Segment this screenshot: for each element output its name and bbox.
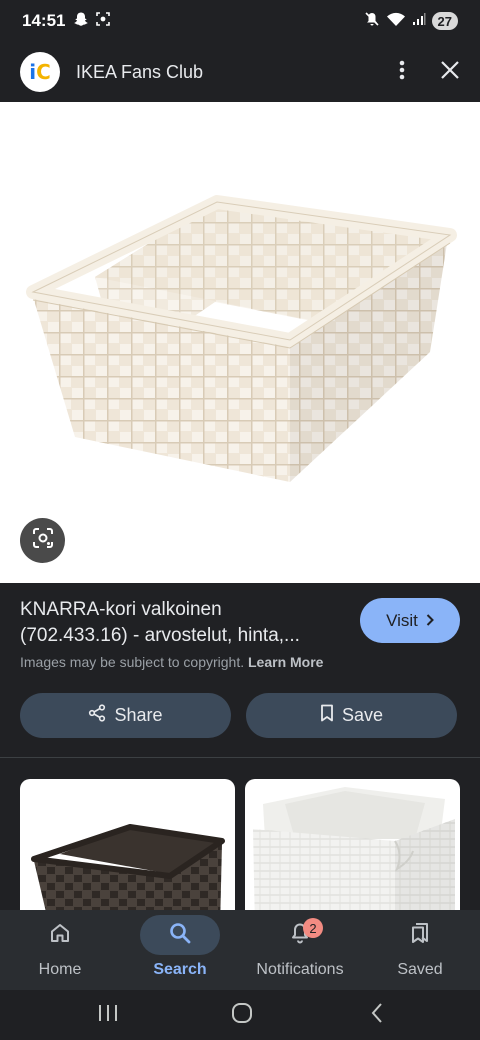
battery-indicator: 27 [431, 12, 458, 30]
bookmarks-icon [408, 921, 432, 950]
nav-item-saved[interactable]: Saved [360, 910, 480, 990]
share-button[interactable]: Share [20, 693, 231, 738]
nav-label-saved: Saved [397, 961, 443, 978]
lens-search-button[interactable] [20, 518, 65, 563]
screenshot-icon [95, 11, 111, 32]
result-title-line2: (702.433.16) - arvostelut, hinta,... [20, 625, 300, 646]
site-name[interactable]: IKEA Fans Club [76, 62, 203, 83]
visit-label: Visit [386, 610, 418, 630]
nav-item-home[interactable]: Home [0, 910, 120, 990]
home-system-button[interactable] [222, 1000, 262, 1030]
bottom-navigation: Home Search 2 Notifications Saved [0, 910, 480, 990]
home-icon [48, 921, 72, 950]
basket-illustration [26, 195, 457, 482]
lens-icon [31, 526, 55, 555]
logo-letter-i: i [29, 60, 37, 84]
learn-more-link[interactable]: Learn More [248, 654, 323, 670]
recent-apps-button[interactable] [88, 1000, 128, 1030]
related-image-wicker-basket[interactable] [245, 779, 460, 910]
visit-button[interactable]: Visit [360, 598, 460, 643]
status-time: 14:51 [22, 11, 66, 30]
back-system-button[interactable] [357, 1000, 397, 1030]
signal-icon [412, 12, 426, 31]
copyright-text: Images may be subject to copyright. [20, 654, 245, 670]
result-title-line1: KNARRA-kori valkoinen [20, 599, 222, 620]
share-icon [88, 704, 106, 727]
result-title[interactable]: KNARRA-kori valkoinen (702.433.16) - arv… [20, 597, 345, 649]
back-chevron-icon [370, 1002, 384, 1029]
save-button[interactable]: Save [246, 693, 457, 738]
result-info-panel: KNARRA-kori valkoinen (702.433.16) - arv… [0, 583, 480, 758]
system-navigation-bar [0, 990, 480, 1040]
save-label: Save [341, 705, 384, 725]
related-image-dark-basket[interactable] [20, 779, 235, 910]
share-label: Share [114, 705, 163, 725]
wifi-icon [386, 11, 406, 32]
chevron-right-icon [426, 611, 434, 631]
nav-label-notifications: Notifications [256, 961, 344, 978]
source-header: iC IKEA Fans Club [0, 42, 480, 102]
home-circle-icon [231, 1002, 253, 1029]
status-bar: 14:51 27 [0, 0, 480, 42]
mute-icon [364, 11, 380, 32]
dark-basket-illustration [31, 824, 225, 910]
close-icon[interactable] [440, 60, 460, 85]
search-icon [168, 921, 192, 950]
more-vert-icon[interactable] [398, 58, 406, 87]
bookmark-icon [320, 704, 334, 727]
site-logo[interactable]: iC [20, 52, 60, 92]
nav-label-home: Home [38, 961, 82, 978]
product-image[interactable] [0, 102, 480, 583]
nav-item-notifications[interactable]: 2 Notifications [240, 910, 360, 990]
logo-letter-c: C [36, 60, 51, 84]
wicker-basket-illustration [253, 787, 455, 910]
snapchat-icon [73, 11, 89, 32]
notification-badge: 2 [303, 918, 323, 938]
recent-apps-icon [97, 1003, 119, 1028]
nav-item-search[interactable]: Search [120, 910, 240, 990]
copyright-notice: Images may be subject to copyright. Lear… [20, 654, 323, 670]
related-images [0, 758, 480, 910]
nav-label-search: Search [153, 961, 207, 978]
